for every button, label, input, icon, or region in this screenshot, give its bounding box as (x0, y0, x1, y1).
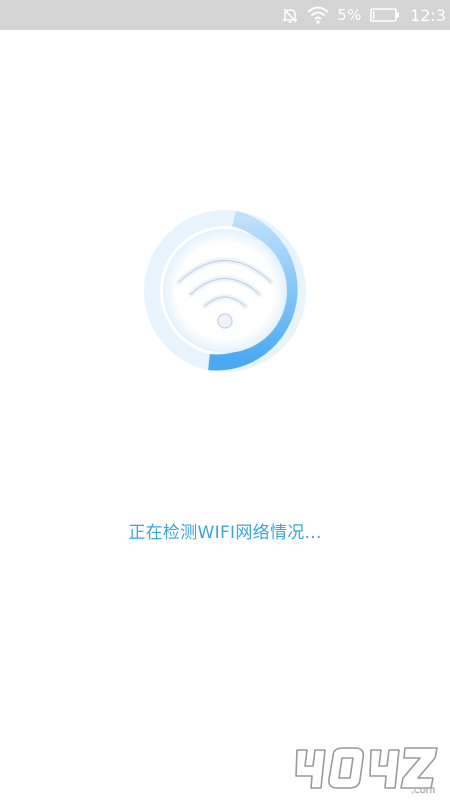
clock: 12:3 (410, 5, 446, 25)
site-watermark-logo: .com (293, 744, 445, 796)
battery-icon (370, 7, 400, 23)
muted-notifications-icon (281, 6, 299, 24)
battery-percent: 5% (337, 6, 363, 24)
scan-status-text: 正在检测WIFI网络情况... (128, 523, 322, 543)
wifi-scan-indicator (136, 209, 314, 373)
wifi-signal-icon (307, 6, 329, 24)
status-bar: 5% 12:3 (0, 0, 450, 30)
inner-disc (163, 229, 287, 353)
watermark-suffix: .com (411, 785, 436, 794)
